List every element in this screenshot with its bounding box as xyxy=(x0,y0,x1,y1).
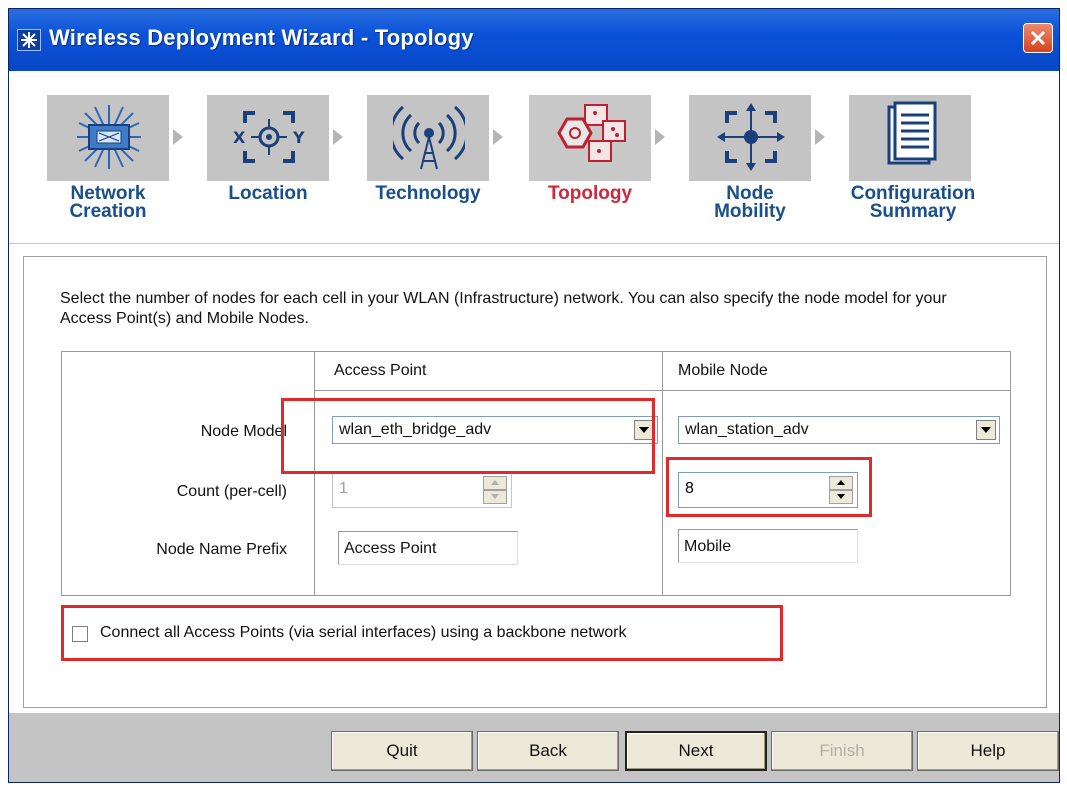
spin-down-button xyxy=(483,490,507,504)
arrow-up-icon xyxy=(491,480,499,485)
node-settings-grid: Access Point Mobile Node Node Model Coun… xyxy=(61,351,1011,596)
mobile-node-count-spinner[interactable]: 8 xyxy=(678,472,858,508)
spinner-buttons xyxy=(829,476,853,504)
access-point-model-value: wlan_eth_bridge_adv xyxy=(339,421,492,438)
step-location[interactable]: X Y Location xyxy=(207,95,357,215)
dropdown-button[interactable] xyxy=(634,420,654,440)
dropdown-button[interactable] xyxy=(976,420,996,440)
step-label: Topology xyxy=(547,183,633,204)
mobile-node-column-header: Mobile Node xyxy=(678,362,768,379)
count-label: Count (per-cell) xyxy=(176,483,287,500)
step-label: Network Creation xyxy=(69,183,147,222)
close-icon xyxy=(1030,30,1046,46)
step-topology[interactable]: Topology xyxy=(529,95,679,215)
step-network-creation[interactable]: Network Creation xyxy=(47,95,197,221)
spinner-buttons xyxy=(483,476,507,504)
network-creation-icon xyxy=(77,105,141,169)
step-arrow-icon xyxy=(815,129,825,145)
arrow-down-icon xyxy=(837,494,845,499)
next-button[interactable]: Next xyxy=(625,731,767,771)
mobile-node-model-value: wlan_station_adv xyxy=(685,421,809,438)
location-crosshair-icon: X Y xyxy=(233,111,305,163)
access-point-prefix-input[interactable]: Access Point xyxy=(338,531,518,565)
intro-text: Select the number of nodes for each cell… xyxy=(60,290,947,327)
step-arrow-icon xyxy=(493,129,503,145)
step-label: Configuration Summary xyxy=(850,183,976,222)
arrow-down-icon xyxy=(491,494,499,499)
chevron-down-icon xyxy=(981,427,991,433)
app-star-icon xyxy=(17,29,41,51)
step-tile xyxy=(529,95,651,181)
wireless-antenna-icon xyxy=(393,105,465,170)
step-arrow-icon xyxy=(333,129,343,145)
backbone-checkbox-label: Connect all Access Points (via serial in… xyxy=(100,624,627,641)
wizard-steps: Network Creation X Y Location Technology… xyxy=(9,71,1059,243)
node-mobility-icon xyxy=(717,103,785,171)
wizard-footer: Quit Back Next Finish Help xyxy=(9,713,1059,782)
topology-panel: Select the number of nodes for each cell… xyxy=(23,256,1047,708)
help-button[interactable]: Help xyxy=(917,731,1059,771)
mobile-node-model-select[interactable]: wlan_station_adv xyxy=(678,416,1000,444)
close-button[interactable] xyxy=(1023,23,1053,53)
step-label: Technology xyxy=(375,183,481,204)
access-point-prefix-value: Access Point xyxy=(344,540,437,557)
finish-button: Finish xyxy=(771,731,913,771)
window-title: Wireless Deployment Wizard - Topology xyxy=(49,25,474,50)
spin-up-button[interactable] xyxy=(829,476,853,490)
mobile-node-count-value: 8 xyxy=(685,480,694,497)
spin-down-button[interactable] xyxy=(829,490,853,504)
svg-text:X: X xyxy=(233,128,246,147)
mobile-node-prefix-value: Mobile xyxy=(684,538,732,555)
step-arrow-icon xyxy=(173,129,183,145)
grid-header-divider xyxy=(314,390,1011,391)
mobile-node-prefix-input[interactable]: Mobile xyxy=(678,529,858,563)
step-tile xyxy=(47,95,169,181)
step-configuration-summary[interactable]: Configuration Summary xyxy=(849,95,999,221)
step-label: Node Mobility xyxy=(714,183,786,222)
access-point-count-spinner: 1 xyxy=(332,472,512,508)
node-model-label: Node Model xyxy=(200,423,287,440)
back-button[interactable]: Back xyxy=(477,731,619,771)
step-technology[interactable]: Technology xyxy=(367,95,517,215)
step-tile xyxy=(689,95,811,181)
step-label: Location xyxy=(228,183,308,204)
svg-text:Y: Y xyxy=(292,128,305,147)
document-icon xyxy=(887,101,937,165)
step-tile xyxy=(367,95,489,181)
grid-divider xyxy=(314,352,315,595)
step-arrow-icon xyxy=(655,129,665,145)
backbone-checkbox[interactable] xyxy=(72,626,88,642)
step-tile: X Y xyxy=(207,95,329,181)
quit-button[interactable]: Quit xyxy=(331,731,473,771)
title-bar[interactable]: Wireless Deployment Wizard - Topology xyxy=(9,9,1059,71)
access-point-count-value: 1 xyxy=(339,480,348,497)
topology-cells-icon xyxy=(557,104,626,162)
spin-up-button xyxy=(483,476,507,490)
access-point-model-select[interactable]: wlan_eth_bridge_adv xyxy=(332,416,658,444)
chevron-down-icon xyxy=(639,427,649,433)
step-node-mobility[interactable]: Node Mobility xyxy=(689,95,839,221)
content-area: Select the number of nodes for each cell… xyxy=(9,243,1059,714)
access-point-column-header: Access Point xyxy=(334,362,427,379)
wizard-window: Wireless Deployment Wizard - Topology Ne… xyxy=(8,8,1060,783)
step-tile xyxy=(849,95,971,181)
grid-divider xyxy=(662,352,663,595)
node-name-prefix-label: Node Name Prefix xyxy=(156,541,287,558)
arrow-up-icon xyxy=(837,480,845,485)
